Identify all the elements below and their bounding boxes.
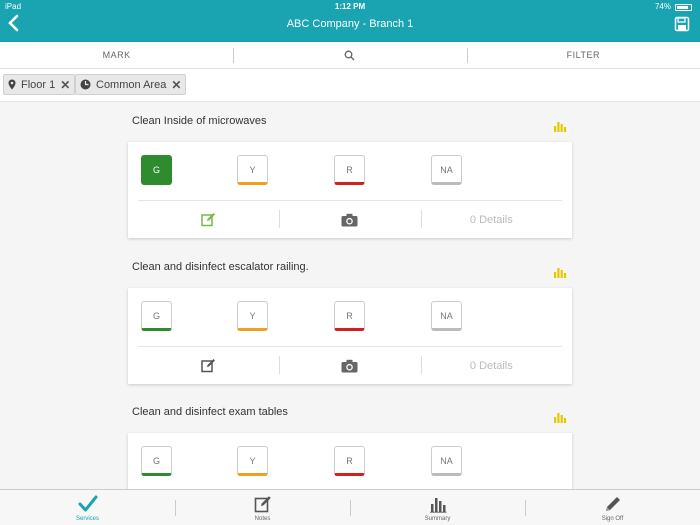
rating-r-button[interactable]: R — [334, 155, 365, 185]
card-footer: 0 Details — [138, 347, 562, 384]
close-icon[interactable]: ✕ — [60, 78, 70, 92]
close-icon[interactable]: ✕ — [171, 78, 181, 92]
tab-label: Services — [75, 516, 99, 522]
rating-na-button[interactable]: NA — [431, 446, 462, 476]
camera-icon — [341, 213, 358, 226]
details-link[interactable]: 0 Details — [420, 201, 562, 238]
tab-services[interactable]: Services — [0, 490, 175, 525]
task-card: G Y R NA 0 Details — [128, 288, 572, 384]
tab-bar: Services Notes Summary Sign Off — [0, 489, 700, 525]
search-icon — [345, 50, 355, 61]
action-bar: MARK FILTER — [0, 42, 700, 69]
battery-status: 74% — [655, 0, 692, 14]
task-list: Clean Inside of microwaves G Y R NA 0 De… — [0, 103, 700, 489]
chip-label: Common Area — [96, 78, 167, 91]
filter-chips: Floor 1 ✕ Common Area ✕ — [0, 69, 700, 102]
page-title: ABC Company - Branch 1 — [286, 18, 414, 30]
edit-icon — [201, 213, 216, 227]
bar-chart-icon[interactable] — [553, 266, 567, 278]
edit-icon — [201, 359, 216, 373]
rating-na-button[interactable]: NA — [431, 155, 462, 185]
tab-label: Sign Off — [601, 516, 624, 522]
camera-icon — [341, 359, 358, 372]
edit-button[interactable] — [138, 201, 279, 238]
map-pin-icon — [8, 79, 16, 90]
battery-icon — [675, 3, 692, 11]
tab-summary[interactable]: Summary — [350, 490, 525, 525]
task-title: Clean Inside of microwaves — [132, 115, 267, 127]
task-title: Clean and disinfect escalator railing. — [132, 261, 309, 273]
pen-icon — [605, 497, 620, 511]
bar-chart-icon[interactable] — [553, 411, 567, 423]
rating-r-button[interactable]: R — [334, 301, 365, 331]
rating-y-button[interactable]: Y — [237, 301, 268, 331]
chip-floor[interactable]: Floor 1 ✕ — [3, 74, 76, 95]
search-button[interactable] — [233, 42, 466, 68]
filter-button[interactable]: FILTER — [466, 42, 700, 68]
battery-percent: 74% — [654, 2, 671, 11]
rating-g-button[interactable]: G — [141, 446, 172, 476]
notes-icon — [254, 496, 271, 513]
edit-button[interactable] — [138, 347, 279, 384]
bar-chart-icon — [429, 498, 446, 513]
chip-area[interactable]: Common Area ✕ — [75, 74, 187, 95]
tab-sign-off[interactable]: Sign Off — [525, 490, 700, 525]
checkmark-icon — [78, 495, 97, 512]
chip-label: Floor 1 — [21, 78, 56, 91]
tab-label: Summary — [424, 516, 451, 522]
task-card: G Y R NA — [128, 433, 572, 489]
task-title: Clean and disinfect exam tables — [132, 406, 288, 418]
details-link[interactable]: 0 Details — [420, 347, 562, 384]
top-bar: iPad 1:12 PM 74% ABC Company - Branch 1 — [0, 0, 700, 42]
rating-g-button[interactable]: G — [141, 155, 172, 185]
mark-button[interactable]: MARK — [0, 42, 233, 68]
rating-y-button[interactable]: Y — [237, 155, 268, 185]
save-icon — [674, 16, 690, 32]
status-time: 1:12 PM — [334, 2, 366, 11]
tab-notes[interactable]: Notes — [175, 490, 350, 525]
camera-button[interactable] — [279, 201, 420, 238]
task-card: G Y R NA 0 Details — [128, 142, 572, 238]
rating-g-button[interactable]: G — [141, 301, 172, 331]
rating-r-button[interactable]: R — [334, 446, 365, 476]
card-footer: 0 Details — [138, 201, 562, 238]
status-bar: iPad 1:12 PM 74% — [0, 0, 700, 14]
bar-chart-icon[interactable] — [553, 120, 567, 132]
dot-icon — [80, 79, 91, 90]
camera-button[interactable] — [279, 347, 420, 384]
save-button[interactable] — [674, 16, 690, 32]
tab-label: Notes — [254, 516, 271, 522]
rating-na-button[interactable]: NA — [431, 301, 462, 331]
rating-y-button[interactable]: Y — [237, 446, 268, 476]
